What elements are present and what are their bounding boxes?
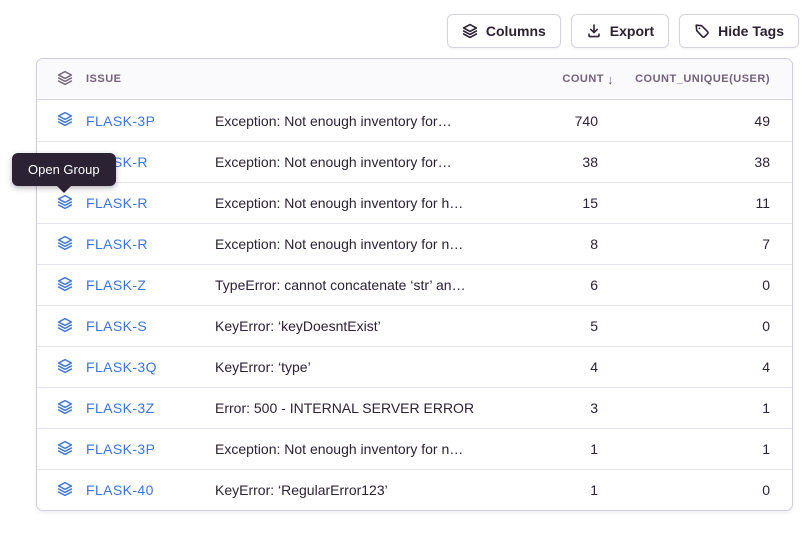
sort-desc-arrow-icon: ↓ xyxy=(607,72,614,87)
open-group-layers-icon[interactable] xyxy=(57,111,73,130)
issue-description: Exception: Not enough inventory for n… xyxy=(215,236,508,252)
open-group-tooltip-label: Open Group xyxy=(28,162,100,177)
open-group-layers-icon[interactable] xyxy=(57,481,73,500)
column-header-count-unique[interactable]: COUNT_UNIQUE(USER) xyxy=(635,73,770,85)
count-value: 1 xyxy=(508,441,598,457)
table-row: FLASK-3Z Error: 500 - INTERNAL SERVER ER… xyxy=(37,387,792,428)
issue-link[interactable]: FLASK-3Z xyxy=(86,400,155,416)
count-value: 4 xyxy=(508,359,598,375)
count-value: 740 xyxy=(508,113,598,129)
count-unique-value: 49 xyxy=(598,113,770,129)
table-row: FLASK-3P Exception: Not enough inventory… xyxy=(37,428,792,469)
issue-description: Error: 500 - INTERNAL SERVER ERROR xyxy=(215,400,508,416)
issue-description: TypeError: cannot concatenate ‘str’ an… xyxy=(215,277,508,293)
issue-cell: FLASK-3P xyxy=(57,440,215,459)
open-group-layers-icon[interactable] xyxy=(57,235,73,254)
issue-cell: FLASK-S xyxy=(57,317,215,336)
issue-description: KeyError: ‘RegularError123’ xyxy=(215,482,508,498)
layers-icon xyxy=(57,70,73,89)
count-value: 8 xyxy=(508,236,598,252)
issue-link[interactable]: FLASK-Z xyxy=(86,277,146,293)
column-header-issue[interactable]: ISSUE xyxy=(57,70,215,89)
issue-link[interactable]: FLASK-S xyxy=(86,318,147,334)
count-unique-value: 0 xyxy=(598,318,770,334)
issue-link[interactable]: FLASK-40 xyxy=(86,482,154,498)
issue-cell: FLASK-3Z xyxy=(57,399,215,418)
count-value: 15 xyxy=(508,195,598,211)
issue-description: Exception: Not enough inventory for h… xyxy=(215,195,508,211)
export-button-label: Export xyxy=(610,23,654,39)
issue-description: KeyError: ‘type’ xyxy=(215,359,508,375)
count-unique-value: 4 xyxy=(598,359,770,375)
columns-button[interactable]: Columns xyxy=(447,14,561,48)
table-row: FLASK-R Exception: Not enough inventory … xyxy=(37,182,792,223)
issue-cell: FLASK-40 xyxy=(57,481,215,500)
issue-cell: FLASK-3Q xyxy=(57,358,215,377)
issue-link[interactable]: FLASK-3P xyxy=(86,113,155,129)
count-value: 3 xyxy=(508,400,598,416)
open-group-layers-icon[interactable] xyxy=(57,399,73,418)
table-row: FLASK-40 KeyError: ‘RegularError123’ 1 0 xyxy=(37,469,792,510)
table-header-row: ISSUE COUNT ↓ COUNT_UNIQUE(USER) xyxy=(37,59,792,100)
column-header-count-label: COUNT xyxy=(562,73,604,85)
open-group-layers-icon[interactable] xyxy=(57,194,73,213)
table-row: FLASK-R Exception: Not enough inventory … xyxy=(37,223,792,264)
count-value: 6 xyxy=(508,277,598,293)
open-group-layers-icon[interactable] xyxy=(57,358,73,377)
count-unique-value: 11 xyxy=(598,195,770,211)
export-button[interactable]: Export xyxy=(571,14,669,48)
issue-cell: FLASK-R xyxy=(57,235,215,254)
column-header-count[interactable]: COUNT ↓ xyxy=(562,72,598,87)
layers-icon xyxy=(462,23,478,39)
count-value: 38 xyxy=(508,154,598,170)
hide-tags-button-label: Hide Tags xyxy=(718,23,784,39)
issue-description: Exception: Not enough inventory for… xyxy=(215,113,508,129)
open-group-layers-icon[interactable] xyxy=(57,317,73,336)
table-row: FLASK-3P Exception: Not enough inventory… xyxy=(37,100,792,141)
count-unique-value: 1 xyxy=(598,400,770,416)
issues-table: ISSUE COUNT ↓ COUNT_UNIQUE(USER) FLASK-3… xyxy=(36,58,793,511)
issue-link[interactable]: FLASK-3P xyxy=(86,441,155,457)
issue-cell: FLASK-R xyxy=(57,194,215,213)
column-header-issue-label: ISSUE xyxy=(86,73,122,85)
tag-icon xyxy=(694,23,710,39)
issue-description: Exception: Not enough inventory for n… xyxy=(215,441,508,457)
count-value: 5 xyxy=(508,318,598,334)
count-unique-value: 1 xyxy=(598,441,770,457)
open-group-layers-icon[interactable] xyxy=(57,440,73,459)
table-body: FLASK-3P Exception: Not enough inventory… xyxy=(37,100,792,510)
count-unique-value: 7 xyxy=(598,236,770,252)
download-icon xyxy=(586,23,602,39)
issue-link[interactable]: FLASK-R xyxy=(86,236,148,252)
issue-cell: FLASK-Z xyxy=(57,276,215,295)
count-unique-value: 38 xyxy=(598,154,770,170)
issue-cell: FLASK-3P xyxy=(57,111,215,130)
table-row: FLASK-Z TypeError: cannot concatenate ‘s… xyxy=(37,264,792,305)
columns-button-label: Columns xyxy=(486,23,546,39)
table-row: FLASK-3Q KeyError: ‘type’ 4 4 xyxy=(37,346,792,387)
table-toolbar: Columns Export Hide Tags xyxy=(447,14,799,48)
issue-link[interactable]: FLASK-3Q xyxy=(86,359,157,375)
hide-tags-button[interactable]: Hide Tags xyxy=(679,14,799,48)
issue-description: Exception: Not enough inventory for… xyxy=(215,154,508,170)
count-unique-value: 0 xyxy=(598,482,770,498)
column-header-count-unique-label: COUNT_UNIQUE(USER) xyxy=(635,73,770,85)
issue-link[interactable]: FLASK-R xyxy=(86,195,148,211)
open-group-layers-icon[interactable] xyxy=(57,276,73,295)
issue-description: KeyError: ‘keyDoesntExist’ xyxy=(215,318,508,334)
count-value: 1 xyxy=(508,482,598,498)
table-row: FLASK-S KeyError: ‘keyDoesntExist’ 5 0 xyxy=(37,305,792,346)
table-row: FLASK-R Exception: Not enough inventory … xyxy=(37,141,792,182)
open-group-tooltip: Open Group xyxy=(12,153,116,186)
count-unique-value: 0 xyxy=(598,277,770,293)
